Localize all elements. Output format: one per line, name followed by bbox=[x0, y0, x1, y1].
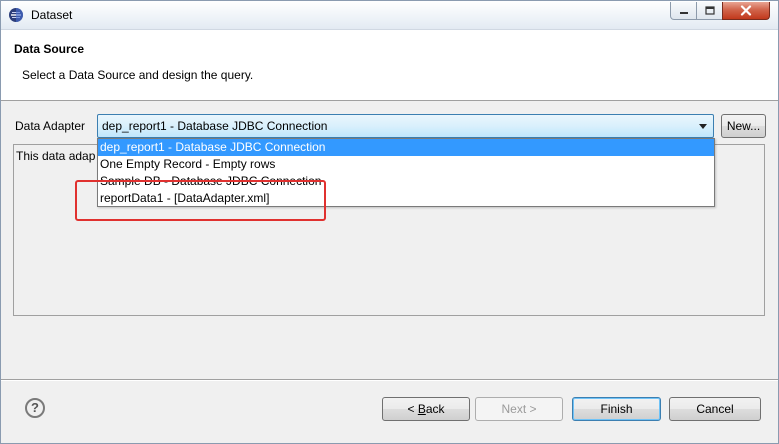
data-adapter-label: Data Adapter bbox=[15, 119, 86, 133]
help-icon[interactable]: ? bbox=[25, 398, 45, 418]
page-description: Select a Data Source and design the quer… bbox=[22, 68, 254, 82]
eclipse-icon bbox=[9, 8, 23, 22]
close-icon bbox=[740, 5, 752, 16]
close-button[interactable] bbox=[722, 2, 770, 20]
chevron-down-icon[interactable] bbox=[699, 124, 707, 129]
dataset-dialog: Dataset Data Source Select a Data Source… bbox=[0, 0, 779, 444]
back-rest: ack bbox=[425, 402, 445, 416]
maximize-button[interactable] bbox=[696, 2, 723, 20]
finish-button[interactable]: Finish bbox=[572, 397, 661, 421]
back-button[interactable]: < Back bbox=[382, 397, 470, 421]
new-adapter-button[interactable]: New... bbox=[721, 114, 766, 138]
minimize-icon bbox=[679, 11, 688, 14]
dropdown-option[interactable]: One Empty Record - Empty rows bbox=[98, 156, 714, 173]
help-glyph: ? bbox=[31, 400, 39, 415]
dropdown-option[interactable]: dep_report1 - Database JDBC Connection bbox=[98, 139, 714, 156]
next-button[interactable]: Next > bbox=[475, 397, 563, 421]
back-prefix: < bbox=[407, 402, 418, 416]
wizard-header: Data Source Select a Data Source and des… bbox=[1, 30, 778, 101]
content-text: This data adap bbox=[16, 149, 96, 163]
data-adapter-selected-value: dep_report1 - Database JDBC Connection bbox=[102, 119, 328, 133]
back-mnemonic: B bbox=[417, 402, 426, 416]
window-title: Dataset bbox=[31, 8, 73, 22]
annotation-highlight-box bbox=[75, 180, 326, 221]
maximize-icon bbox=[704, 6, 715, 15]
page-title: Data Source bbox=[14, 42, 85, 56]
footer-separator bbox=[1, 379, 778, 381]
title-bar[interactable]: Dataset bbox=[1, 1, 778, 30]
minimize-button[interactable] bbox=[670, 2, 697, 20]
cancel-button[interactable]: Cancel bbox=[669, 397, 761, 421]
data-adapter-combo[interactable]: dep_report1 - Database JDBC Connection bbox=[97, 114, 714, 138]
